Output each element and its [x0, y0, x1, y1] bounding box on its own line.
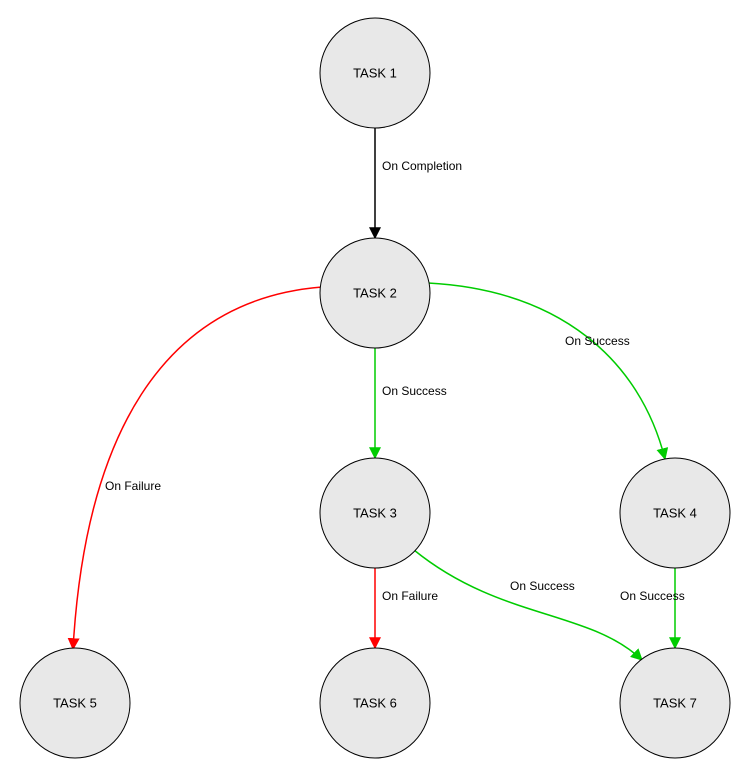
node-task3: TASK 3 [320, 458, 430, 568]
node-task2: TASK 2 [320, 238, 430, 348]
edge-label-t3-t7: On Success [510, 579, 575, 593]
edge-label-t3-t6: On Failure [382, 589, 438, 603]
edge-t2-t3: On Success [375, 348, 447, 458]
edge-t4-t7: On Success [620, 568, 685, 648]
node-task1: TASK 1 [320, 18, 430, 128]
node-task5: TASK 5 [20, 648, 130, 758]
node-label-task4: TASK 4 [653, 505, 697, 520]
node-task6: TASK 6 [320, 648, 430, 758]
edge-t2-t5: On Failure [73, 287, 322, 649]
node-label-task6: TASK 6 [353, 695, 397, 710]
node-label-task5: TASK 5 [53, 695, 97, 710]
node-label-task1: TASK 1 [353, 65, 397, 80]
task-flow-diagram: On Completion On Success On Success On F… [0, 0, 745, 763]
node-label-task3: TASK 3 [353, 505, 397, 520]
edge-t3-t7: On Success [414, 550, 642, 660]
edge-label-t2-t5: On Failure [105, 479, 161, 493]
edge-label-t4-t7: On Success [620, 589, 685, 603]
edge-label-t1-t2: On Completion [382, 159, 462, 173]
node-task7: TASK 7 [620, 648, 730, 758]
edge-label-t2-t4: On Success [565, 334, 630, 348]
edge-label-t2-t3: On Success [382, 384, 447, 398]
node-task4: TASK 4 [620, 458, 730, 568]
node-label-task7: TASK 7 [653, 695, 697, 710]
edge-t3-t6: On Failure [375, 568, 438, 648]
node-label-task2: TASK 2 [353, 285, 397, 300]
edge-t1-t2: On Completion [375, 128, 462, 238]
edge-t2-t4: On Success [428, 283, 665, 459]
